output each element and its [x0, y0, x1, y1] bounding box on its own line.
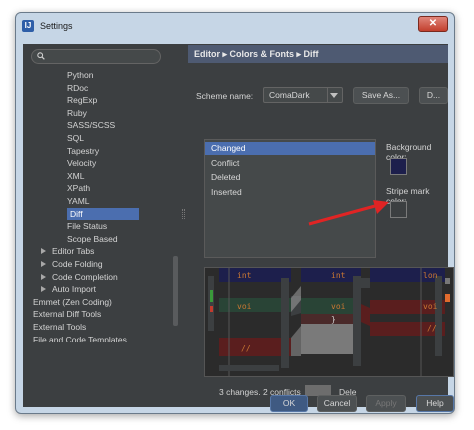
expand-arrow-icon[interactable] [41, 261, 46, 267]
sidebar-item[interactable]: External Diff Tools [33, 308, 101, 320]
sidebar-item-label: External Diff Tools [33, 309, 102, 320]
sidebar-item[interactable]: Emmet (Zen Coding) [33, 296, 112, 308]
sidebar-item[interactable]: SASS/SCSS [67, 119, 115, 131]
diff-preview-graphic [205, 268, 453, 376]
ok-button[interactable]: OK [270, 395, 308, 412]
sidebar-item-label: RegExp [67, 95, 98, 106]
sidebar-item[interactable]: Velocity [67, 157, 96, 169]
close-button[interactable]: ✕ [418, 16, 448, 32]
sidebar-item-label: File Status [67, 221, 108, 232]
sidebar-item[interactable]: Diff [67, 207, 139, 220]
sidebar-item[interactable]: SQL [67, 132, 84, 144]
preview-right-line-1: lon [423, 271, 438, 280]
preview-right-line-3: // [427, 324, 437, 333]
preview-left-line-1: int [237, 271, 252, 280]
sidebar-item[interactable]: Editor Tabs [41, 245, 94, 257]
sidebar-item[interactable]: XPath [67, 182, 90, 194]
app-icon: IJ [22, 20, 34, 32]
sidebar-item[interactable]: Auto Import [41, 283, 96, 295]
chevron-down-icon [330, 93, 338, 98]
scheme-dropdown-button[interactable] [327, 88, 339, 102]
cancel-button[interactable]: Cancel [317, 395, 357, 412]
sidebar-item-label: Python [67, 70, 94, 80]
scheme-select[interactable]: ComaDark [263, 87, 343, 103]
diff-type-item[interactable]: Deleted [205, 171, 375, 184]
sidebar-item-label: Tapestry [67, 145, 100, 156]
sidebar-item[interactable]: Python [67, 69, 93, 81]
sidebar-item[interactable]: External Tools [33, 321, 86, 333]
preview-middle-line-3: } [331, 315, 336, 324]
sidebar-item-label: RDoc [67, 82, 89, 93]
dialog-content: Python RDoc RegExp Ruby SASS/SCSS SQL Tapestry… [23, 44, 454, 407]
red-annotation-arrow [308, 200, 389, 226]
preview-middle-line-1: int [331, 271, 346, 280]
delete-scheme-button[interactable]: D... [419, 87, 448, 104]
settings-window: IJ Settings ✕ Python RDoc RegExp Ruby SASS/S… [15, 12, 455, 414]
scheme-value: ComaDark [269, 90, 310, 100]
preview-left-line-2: voi [237, 302, 252, 311]
sidebar-item[interactable]: YAML [67, 195, 90, 207]
sidebar-item-label: Code Completion [52, 271, 118, 282]
sidebar-item-label: XML [67, 170, 85, 181]
sidebar-item[interactable]: File and Code Templates [33, 334, 127, 342]
diff-type-item[interactable]: Changed [205, 142, 375, 155]
preview-right-line-2: voi [423, 302, 438, 311]
search-input[interactable] [31, 49, 161, 64]
sidebar-item-label: YAML [67, 196, 90, 206]
panel-splitter[interactable] [182, 209, 185, 219]
sidebar-item[interactable]: Ruby [67, 107, 87, 119]
breadcrumb: Editor ▸ Colors & Fonts ▸ Diff [188, 45, 448, 63]
sidebar-item-label: SQL [67, 133, 85, 143]
expand-arrow-icon[interactable] [41, 286, 46, 293]
sidebar-item[interactable]: Tapestry [67, 145, 99, 157]
sidebar-item-label: Auto Import [52, 284, 96, 295]
sidebar-item-label: Ruby [67, 107, 87, 118]
sidebar-item[interactable]: RDoc [67, 82, 88, 94]
sidebar-item-label: Scope Based [67, 233, 118, 244]
window-title: Settings [40, 21, 73, 31]
preview-middle-line-2: voi [331, 302, 346, 311]
sidebar-item-label: External Tools [33, 322, 87, 332]
save-as-button[interactable]: Save As... [353, 87, 409, 104]
search-icon [37, 52, 45, 60]
tree-scrollbar-thumb[interactable] [173, 256, 178, 326]
sidebar-item[interactable]: File Status [67, 220, 107, 232]
sidebar-item-label: Emmet (Zen Coding) [33, 296, 112, 307]
sidebar-item-label: SASS/SCSS [67, 120, 116, 131]
sidebar-item[interactable]: Code Completion [41, 271, 118, 283]
help-button[interactable]: Help [416, 395, 454, 412]
expand-arrow-icon[interactable] [41, 248, 46, 255]
apply-button[interactable]: Apply [366, 395, 406, 412]
diff-preview: int voi // int voi } lon voi // [204, 267, 454, 377]
background-color-swatch[interactable] [390, 158, 407, 175]
sidebar-item-label: File and Code Templates [33, 334, 127, 342]
sidebar-item-label: Velocity [67, 158, 97, 169]
sidebar-item[interactable]: Code Folding [41, 258, 103, 270]
preview-left-line-3: // [241, 344, 251, 353]
expand-arrow-icon[interactable] [41, 273, 46, 280]
tree-scrollbar[interactable] [172, 68, 179, 338]
sidebar-item[interactable]: Scope Based [67, 233, 118, 245]
sidebar-item[interactable]: RegExp [67, 94, 97, 106]
settings-tree: Python RDoc RegExp Ruby SASS/SCSS SQL Tapestry… [31, 66, 169, 342]
sidebar-item-label: XPath [67, 183, 91, 194]
diff-type-item[interactable]: Conflict [205, 157, 375, 170]
scheme-name-label: Scheme name: [196, 91, 254, 101]
sidebar-item[interactable]: XML [67, 170, 84, 182]
sidebar-item-label: Code Folding [52, 259, 103, 269]
sidebar-item-label: Diff [70, 208, 83, 219]
sidebar-item-label: Editor Tabs [52, 246, 95, 257]
title-bar: IJ Settings ✕ [16, 13, 454, 39]
